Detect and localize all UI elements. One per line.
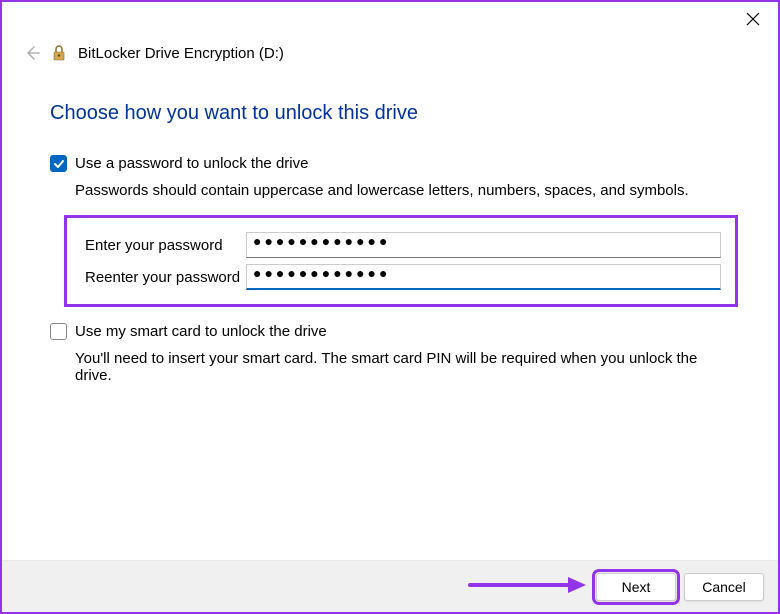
password-checkbox-label: Use a password to unlock the drive bbox=[75, 155, 308, 172]
annotation-arrow-icon bbox=[468, 575, 588, 598]
footer: Next Cancel bbox=[2, 560, 778, 612]
password-checkbox[interactable] bbox=[50, 155, 67, 172]
smartcard-checkbox-row: Use my smart card to unlock the drive bbox=[50, 323, 730, 340]
heading: Choose how you want to unlock this drive bbox=[50, 102, 730, 125]
password-checkbox-row: Use a password to unlock the drive bbox=[50, 155, 730, 172]
bitlocker-icon bbox=[50, 44, 68, 62]
header: BitLocker Drive Encryption (D:) bbox=[2, 38, 778, 68]
reenter-password-label: Reenter your password bbox=[81, 269, 246, 286]
titlebar bbox=[2, 2, 778, 38]
smartcard-section: Use my smart card to unlock the drive Yo… bbox=[50, 323, 730, 384]
page-title: BitLocker Drive Encryption (D:) bbox=[78, 45, 284, 62]
next-button[interactable]: Next bbox=[596, 573, 676, 601]
password-hint: Passwords should contain uppercase and l… bbox=[75, 182, 730, 199]
reenter-password-input[interactable]: ●●●●●●●●●●●● bbox=[246, 264, 721, 290]
password-fields-highlight: Enter your password ●●●●●●●●●●●● Reenter… bbox=[64, 215, 738, 307]
cancel-button[interactable]: Cancel bbox=[684, 573, 764, 601]
bitlocker-wizard-window: BitLocker Drive Encryption (D:) Choose h… bbox=[0, 0, 780, 614]
enter-password-label: Enter your password bbox=[81, 237, 246, 254]
enter-password-input[interactable]: ●●●●●●●●●●●● bbox=[246, 232, 721, 258]
content-area: Choose how you want to unlock this drive… bbox=[2, 68, 778, 560]
close-icon[interactable] bbox=[746, 12, 760, 26]
smartcard-checkbox-label: Use my smart card to unlock the drive bbox=[75, 323, 327, 340]
enter-password-row: Enter your password ●●●●●●●●●●●● bbox=[81, 232, 721, 258]
reenter-password-row: Reenter your password ●●●●●●●●●●●● bbox=[81, 264, 721, 290]
back-arrow-icon[interactable] bbox=[24, 45, 40, 61]
smartcard-checkbox[interactable] bbox=[50, 323, 67, 340]
smartcard-hint: You'll need to insert your smart card. T… bbox=[75, 350, 730, 384]
